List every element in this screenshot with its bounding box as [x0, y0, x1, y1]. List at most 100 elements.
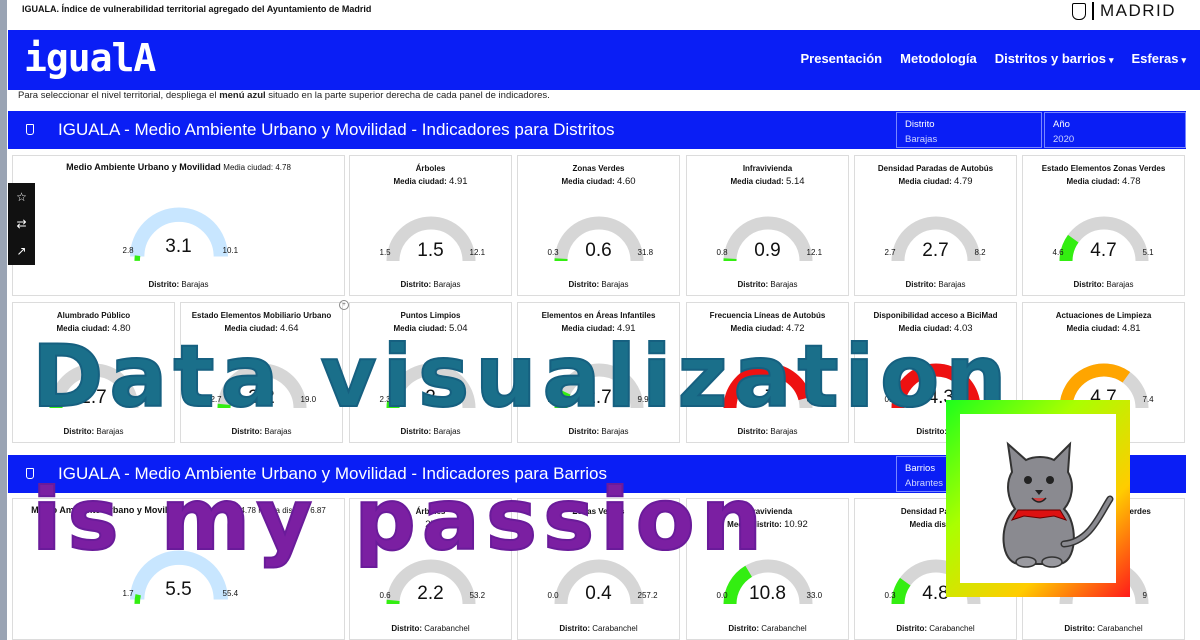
media-label: Media ciudad:	[898, 177, 952, 186]
cat-picture-frame	[946, 400, 1130, 597]
gauge-value: 0.9	[754, 240, 781, 261]
indicator-title: Estado Elementos Zonas Verdes	[1023, 164, 1184, 173]
district-label: Distrito:	[63, 427, 95, 436]
star-icon[interactable]: ☆	[8, 183, 35, 210]
district-value: Barajas	[264, 427, 292, 436]
nav-item-0[interactable]: Presentación	[800, 51, 882, 66]
nav-item-label: Metodología	[900, 51, 977, 66]
media-value: 4.60	[617, 176, 636, 187]
nav-item-3[interactable]: Esferas ▾	[1131, 51, 1186, 66]
district-value: Barajas	[601, 427, 629, 436]
indicator-title: Alumbrado Público	[13, 311, 174, 320]
gauge-value: 2.2	[417, 583, 444, 604]
districts-section-title: IGUALA - Medio Ambiente Urbano y Movilid…	[58, 120, 615, 139]
chevron-down-icon: ▾	[1181, 55, 1186, 65]
district-value: Carabanchel	[761, 624, 807, 633]
logo-divider	[1092, 2, 1094, 20]
indicator-title-text: Actuaciones de Limpieza	[1055, 311, 1152, 320]
district-value: Barajas	[770, 280, 798, 289]
district-label: Distrito:	[400, 280, 432, 289]
media-value: 4.78	[275, 163, 291, 172]
indicator-district: Distrito: Barajas	[687, 427, 848, 436]
year-selector-label: Año	[1053, 119, 1070, 130]
hint-suffix: situado en la parte superior derecha de …	[265, 90, 550, 101]
nav-item-label: Distritos y barrios	[994, 51, 1106, 66]
hint-prefix: Para seleccionar el nivel territorial, d…	[18, 90, 220, 101]
indicator-title: Actuaciones de Limpieza	[1023, 311, 1184, 320]
indicator-title-text: Árboles	[415, 164, 446, 173]
indicator-media-inline: Media ciudad: 4.78	[223, 163, 291, 172]
media-label: Media ciudad:	[730, 177, 784, 186]
indicator-district: Distrito: Carabanchel	[1023, 624, 1184, 633]
madrid-logo[interactable]: MADRID	[1072, 0, 1176, 22]
territorial-hint: Para seleccionar el nivel territorial, d…	[18, 90, 550, 101]
gauge-value: 0.4	[585, 583, 612, 604]
district-label: Distrito:	[916, 427, 948, 436]
hint-bold: menú azul	[219, 90, 266, 101]
indicator-district: Distrito: Carabanchel	[687, 624, 848, 633]
district-label: Distrito:	[896, 624, 928, 633]
brand-logo[interactable]: igualA	[24, 36, 156, 80]
district-value: Barajas	[938, 280, 966, 289]
madrid-mini-icon	[26, 124, 34, 135]
indicator-media: Media ciudad: 4.60	[518, 176, 679, 187]
indicator-title-text: Alumbrado Público	[56, 311, 131, 320]
indicator-title: Infravivienda	[687, 164, 848, 173]
district-selector[interactable]: Distrito Barajas	[896, 112, 1042, 148]
district-value: Barajas	[770, 427, 798, 436]
side-toolbar: ☆ ⇄ ↗	[8, 183, 35, 265]
indicator-title-text: Disponibilidad acceso a BiciMad	[873, 311, 998, 320]
district-label: Distrito:	[568, 427, 600, 436]
media-label: Media ciudad:	[561, 177, 615, 186]
overlay-caption-line2: is my passion	[31, 469, 768, 571]
district-label: Distrito:	[737, 280, 769, 289]
media-value: 4.79	[954, 176, 973, 187]
district-value: Carabanchel	[1097, 624, 1143, 633]
indicator-title: Frecuencia Líneas de Autobús	[687, 311, 848, 320]
district-value: Barajas	[1106, 280, 1134, 289]
share-icon[interactable]: ↗	[8, 237, 35, 264]
district-label: Distrito:	[1064, 624, 1096, 633]
chevron-down-icon: ▾	[1108, 55, 1114, 65]
nav-item-2[interactable]: Distritos y barrios ▾	[995, 51, 1114, 66]
indicator-district: Distrito: Barajas	[687, 280, 848, 289]
indicator-title: Puntos Limpios	[350, 311, 511, 320]
indicator-title: Medio Ambiente Urbano y Movilidad Media …	[13, 162, 344, 172]
gauge-value: 3.1	[165, 236, 192, 257]
indicator-card[interactable]: Medio Ambiente Urbano y Movilidad Media …	[12, 155, 345, 296]
indicator-district: Distrito: Barajas	[518, 427, 679, 436]
indicator-title-text: Elementos en Áreas Infantiles	[541, 311, 656, 320]
indicator-district: Distrito: Barajas	[1023, 280, 1184, 289]
indicator-card[interactable]: Densidad Paradas de Autobús Media ciudad:…	[854, 155, 1017, 296]
indicator-card[interactable]: Árboles Media ciudad: 4.91 1.5 12.1 1.5 Distr…	[349, 155, 512, 296]
indicator-media: Media ciudad: 4.91	[350, 176, 511, 187]
indicator-title-text: Frecuencia Líneas de Autobús	[709, 311, 826, 320]
left-scroll-rail	[0, 0, 7, 640]
year-selector[interactable]: Año 2020	[1044, 112, 1186, 148]
district-label: Distrito:	[391, 624, 423, 633]
district-value: Carabanchel	[929, 624, 975, 633]
gauge-max-label: 9	[1142, 591, 1147, 600]
media-label: Media ciudad:	[1066, 324, 1120, 333]
indicator-district: Distrito: Barajas	[350, 280, 511, 289]
indicator-card[interactable]: Estado Elementos Zonas Verdes Media ciuda…	[1022, 155, 1185, 296]
indicator-card[interactable]: Infravivienda Media ciudad: 5.14 0.8 12.1 0.…	[686, 155, 849, 296]
district-label: Distrito:	[1073, 280, 1105, 289]
indicator-district: Distrito: Carabanchel	[855, 624, 1016, 633]
indicator-title-text: Puntos Limpios	[400, 311, 461, 320]
indicator-district: Distrito: Barajas	[350, 427, 511, 436]
madrid-crest-icon	[1072, 2, 1087, 20]
indicator-title: Disponibilidad acceso a BiciMad	[855, 311, 1016, 320]
media-value: 4.81	[1122, 323, 1141, 334]
translate-icon[interactable]: ⇄	[8, 210, 35, 237]
indicator-title: Árboles	[350, 164, 511, 173]
expand-icon[interactable]: +	[339, 300, 349, 310]
nav-item-label: Presentación	[800, 51, 883, 66]
indicator-media: Media ciudad: 5.14	[687, 176, 848, 187]
indicator-district: Distrito: Barajas	[855, 280, 1016, 289]
district-label: Distrito:	[728, 624, 760, 633]
indicator-card[interactable]: Zonas Verdes Media ciudad: 4.60 0.3 31.8 0.6…	[517, 155, 680, 296]
nav-item-1[interactable]: Metodología	[900, 51, 977, 66]
indicator-title: Elementos en Áreas Infantiles	[518, 311, 679, 320]
indicator-title-text: Estado Elementos Mobiliario Urbano	[191, 311, 332, 320]
